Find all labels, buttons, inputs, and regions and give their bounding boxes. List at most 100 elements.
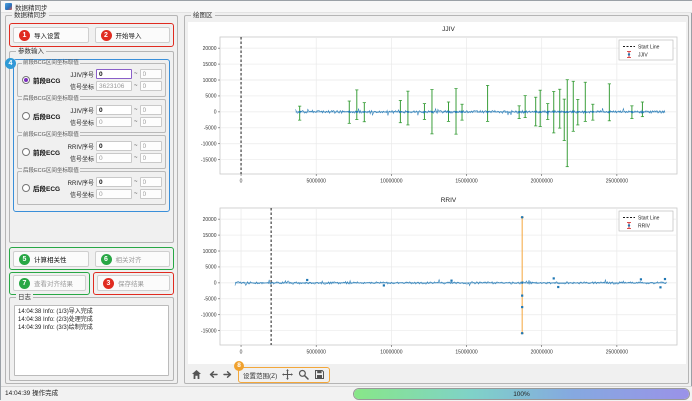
param-input-group: 参数输入 4 前段BCG区间坐标取值 前段BCG JJIV序号 ~ xyxy=(9,51,174,243)
svg-text:0: 0 xyxy=(240,179,243,185)
rear-ecg-radio[interactable] xyxy=(22,184,30,192)
svg-text:5000000: 5000000 xyxy=(306,350,326,356)
front-bcg-radio[interactable] xyxy=(22,76,30,84)
rriv-index-to-input[interactable] xyxy=(140,177,162,187)
svg-text:10000000: 10000000 xyxy=(380,350,402,356)
start-import-button[interactable]: 2 开始导入 xyxy=(95,27,171,43)
set-range-button[interactable]: 设置范围(Z) xyxy=(243,370,277,380)
annotation-box-save-result: 3 保存结果 xyxy=(93,272,174,295)
jjiv-index-to-input[interactable] xyxy=(140,69,162,79)
log-line: 14:04:38 Info: (1/3)导入完成 xyxy=(18,308,165,316)
rriv-index-to-input[interactable] xyxy=(140,141,162,151)
annotation-box-import: 1 导入设置 2 开始导入 xyxy=(9,23,174,47)
correlation-align-button[interactable]: 6 相关对齐 xyxy=(95,251,171,267)
log-group-title: 日志 xyxy=(16,294,33,302)
left-panel: 数据精同步 1 导入设置 2 开始导入 参数输入 4 前段BCG区间坐标取值 前… xyxy=(5,15,178,384)
step-badge-1: 1 xyxy=(19,30,30,41)
step-badge-3: 3 xyxy=(103,278,114,289)
jjiv-index-to-input[interactable] xyxy=(140,105,162,115)
param-group-title: 前段ECG区间坐标取值 xyxy=(22,132,80,139)
signal-coord-from-input[interactable] xyxy=(96,117,132,127)
signal-coord-to-input[interactable] xyxy=(140,81,162,91)
param-group-front-bcg: 前段BCG区间坐标取值 前段BCG JJIV序号 ~ 信号坐标 xyxy=(17,63,166,97)
status-message: 14:04:39 操作完成 xyxy=(5,387,58,401)
rear-bcg-radio[interactable] xyxy=(22,112,30,120)
tilde: ~ xyxy=(134,143,138,149)
svg-text:5000000: 5000000 xyxy=(306,179,326,185)
signal-coord-to-input[interactable] xyxy=(140,189,162,199)
svg-text:-5000: -5000 xyxy=(204,297,217,303)
jjiv-index-label: JJIV序号 xyxy=(64,106,94,115)
set-range-tool-group: 8 设置范围(Z) xyxy=(238,367,330,383)
svg-text:15000: 15000 xyxy=(203,62,217,68)
rriv-index-from-input[interactable] xyxy=(96,177,132,187)
signal-coord-from-input[interactable] xyxy=(96,153,132,163)
svg-text:-10000: -10000 xyxy=(201,142,217,148)
signal-coord-label: 信号坐标 xyxy=(64,82,94,91)
progress-label: 100% xyxy=(354,389,689,399)
annotation-box-params: 前段BCG区间坐标取值 前段BCG JJIV序号 ~ 信号坐标 xyxy=(13,59,170,212)
svg-text:JJIV: JJIV xyxy=(638,52,648,58)
param-group-front-ecg: 前段ECG区间坐标取值 前段ECG RRIV序号 ~ 信号坐标 xyxy=(17,135,166,169)
tilde: ~ xyxy=(134,155,138,161)
svg-text:RRIV: RRIV xyxy=(638,223,651,229)
jjiv-index-from-input[interactable] xyxy=(96,105,132,115)
svg-text:20000: 20000 xyxy=(203,217,217,223)
window-titlebar: 数据精同步 xyxy=(1,1,692,13)
plot-toolbar: 8 设置范围(Z) xyxy=(188,366,330,383)
signal-coord-from-input[interactable] xyxy=(96,189,132,199)
save-result-label: 保存结果 xyxy=(118,278,144,288)
import-settings-button[interactable]: 1 导入设置 xyxy=(13,27,89,43)
signal-coord-label: 信号坐标 xyxy=(64,190,94,199)
log-line: 14:04:38 Info: (2/3)处理完成 xyxy=(18,316,165,324)
svg-text:RRIV: RRIV xyxy=(441,197,457,204)
svg-text:10000000: 10000000 xyxy=(380,179,402,185)
left-panel-title: 数据精同步 xyxy=(12,12,49,20)
svg-text:5000: 5000 xyxy=(205,94,216,100)
calc-correlation-button[interactable]: 5 计算相关性 xyxy=(13,251,89,267)
svg-text:0: 0 xyxy=(214,281,217,287)
param-group-rear-ecg: 后段ECG区间坐标取值 后段ECG RRIV序号 ~ 信号坐标 xyxy=(17,171,166,205)
zoom-icon[interactable] xyxy=(297,369,309,381)
svg-text:25000000: 25000000 xyxy=(606,350,628,356)
plot-panel: 绘图区 JJIV05000000100000001500000020000000… xyxy=(184,15,689,384)
signal-coord-label: 信号坐标 xyxy=(64,154,94,163)
rear-ecg-radio-label: 后段ECG xyxy=(33,183,60,193)
rriv-index-label: RRIV序号 xyxy=(64,142,94,151)
tilde: ~ xyxy=(134,179,138,185)
annotation-box-correlation: 5 计算相关性 6 相关对齐 xyxy=(9,247,174,270)
svg-text:JJIV: JJIV xyxy=(442,26,455,33)
forward-arrow-icon[interactable] xyxy=(222,369,234,381)
svg-text:10000: 10000 xyxy=(203,249,217,255)
log-group: 日志 14:04:38 Info: (1/3)导入完成 14:04:38 Inf… xyxy=(9,297,174,381)
signal-coord-label: 信号坐标 xyxy=(64,118,94,127)
svg-text:-15000: -15000 xyxy=(201,328,217,334)
log-line: 14:04:39 Info: (3/3)绘制完成 xyxy=(18,324,165,332)
tilde: ~ xyxy=(134,119,138,125)
save-result-button[interactable]: 3 保存结果 xyxy=(97,275,170,291)
svg-text:-5000: -5000 xyxy=(204,126,217,132)
save-icon[interactable] xyxy=(313,369,325,381)
svg-text:5000: 5000 xyxy=(205,265,216,271)
tilde: ~ xyxy=(134,107,138,113)
jjiv-index-from-input[interactable] xyxy=(96,69,132,79)
app-icon xyxy=(5,3,12,10)
rriv-index-from-input[interactable] xyxy=(96,141,132,151)
pan-icon[interactable] xyxy=(281,369,293,381)
home-icon[interactable] xyxy=(190,369,202,381)
svg-text:Start Line: Start Line xyxy=(638,44,660,50)
svg-text:15000000: 15000000 xyxy=(455,179,477,185)
svg-text:Start Line: Start Line xyxy=(638,215,660,221)
front-ecg-radio-label: 前段ECG xyxy=(33,147,60,157)
front-ecg-radio[interactable] xyxy=(22,148,30,156)
rear-bcg-radio-label: 后段BCG xyxy=(33,111,60,121)
view-align-result-button[interactable]: 7 查看对齐结果 xyxy=(13,275,86,291)
signal-coord-from-input[interactable] xyxy=(96,81,132,91)
step-badge-6: 6 xyxy=(101,254,112,265)
svg-text:20000: 20000 xyxy=(203,46,217,52)
progress-bar: 100% xyxy=(353,388,690,400)
start-import-label: 开始导入 xyxy=(116,30,142,40)
signal-coord-to-input[interactable] xyxy=(140,153,162,163)
back-arrow-icon[interactable] xyxy=(206,369,218,381)
signal-coord-to-input[interactable] xyxy=(140,117,162,127)
